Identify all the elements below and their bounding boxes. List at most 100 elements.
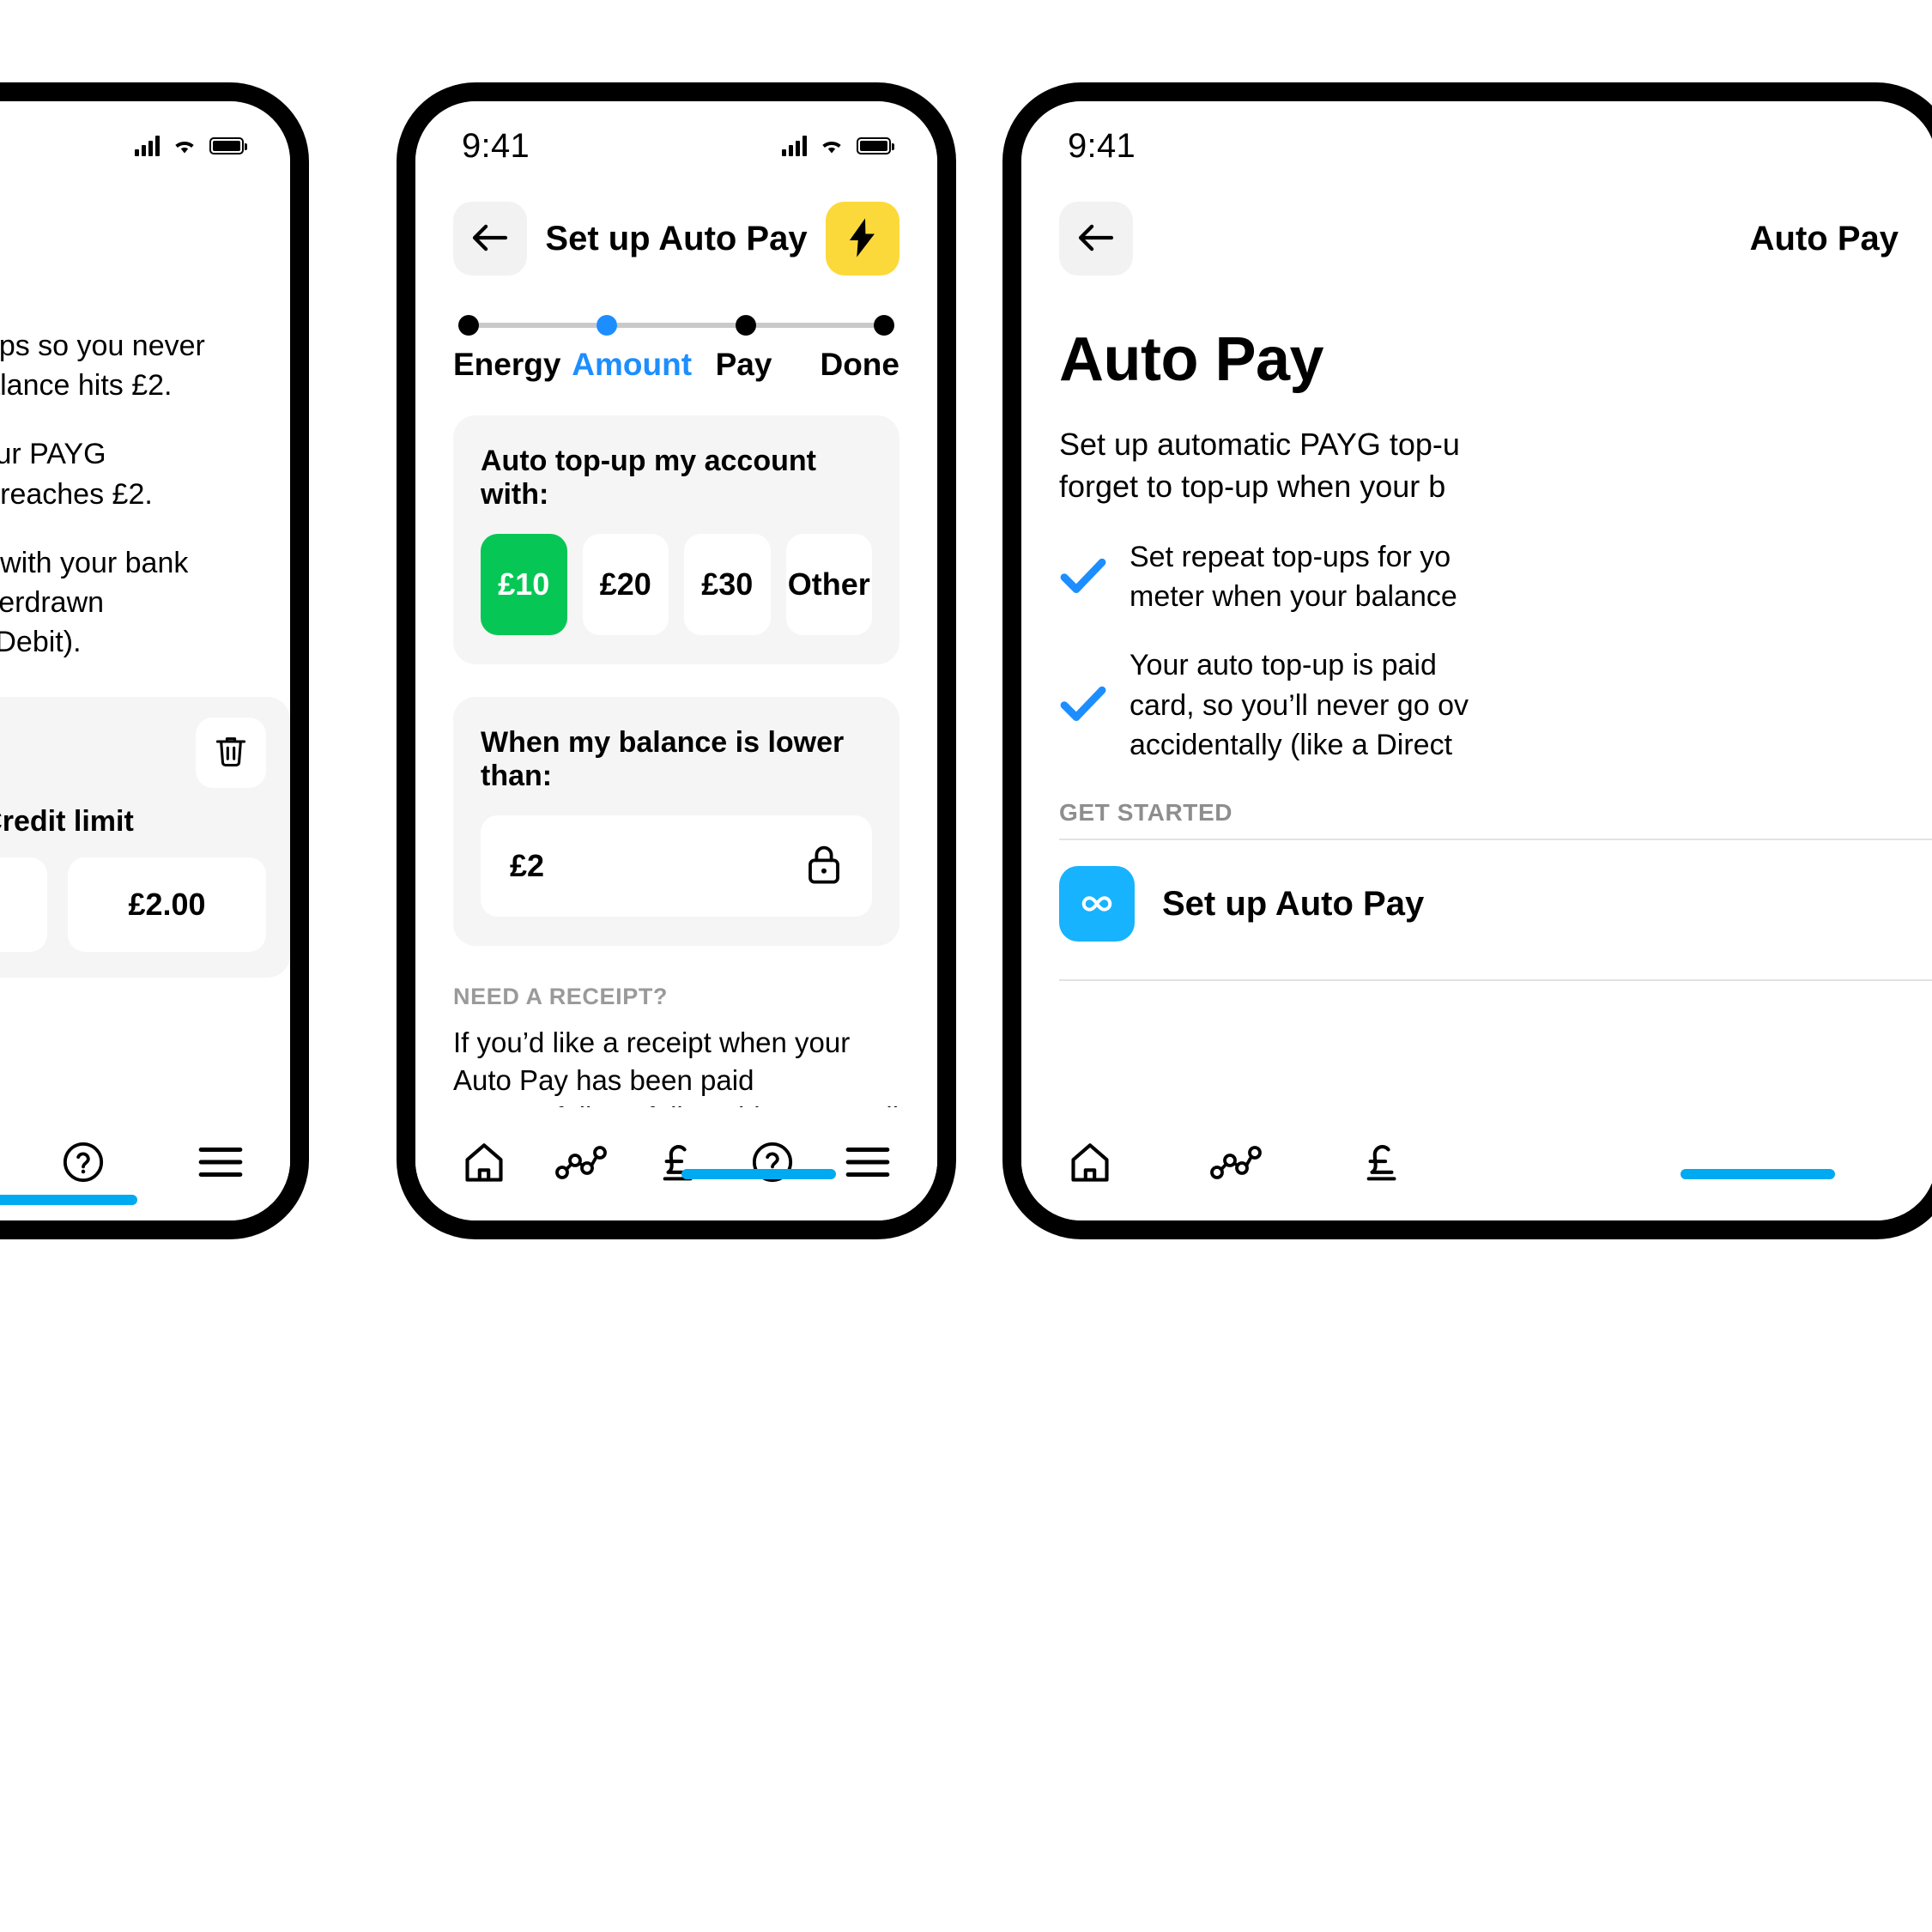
arrow-left-icon: [1076, 222, 1116, 256]
credit-limit-field-partial[interactable]: [0, 857, 47, 952]
home-indicator-right: [1681, 1169, 1835, 1179]
amount-option-30[interactable]: £30: [684, 534, 771, 635]
stepper-track: [453, 312, 899, 338]
credit-limit-fields: £2.00: [0, 857, 266, 952]
tab-home[interactable]: [462, 1141, 506, 1188]
tab-home[interactable]: [1068, 1141, 1112, 1188]
back-button-center[interactable]: [453, 202, 527, 276]
get-started-label: GET STARTED: [1059, 799, 1233, 827]
intro-text-right: Set up automatic PAYG top-u forget to to…: [1059, 427, 1460, 504]
help-circle-icon: [60, 1139, 106, 1190]
delete-button-left[interactable]: [196, 717, 266, 788]
step-dot-amount[interactable]: [597, 315, 618, 336]
topup-amount-card: Auto top-up my account with: £10 £20 £30…: [453, 415, 899, 664]
page-title-right: Auto Pay: [1749, 219, 1899, 257]
content-center: Energy Amount Pay Done Auto top-up my ac…: [415, 312, 937, 1220]
step-label-amount: Amount: [572, 347, 693, 382]
nav-bar-center: Set up Auto Pay: [415, 191, 937, 287]
wifi-icon: [172, 136, 197, 155]
status-bar-left: [0, 101, 290, 191]
home-indicator-center: [681, 1169, 836, 1179]
balance-threshold-field[interactable]: £2: [481, 815, 872, 917]
get-started-item-label: Set up Auto Pay: [1162, 884, 1425, 923]
receipt-section-label: NEED A RECEIPT?: [453, 984, 669, 1009]
signal-icon: [782, 136, 807, 156]
step-line-1: [479, 323, 597, 328]
tab-menu[interactable]: [197, 1144, 244, 1184]
tab-usage[interactable]: [1210, 1144, 1262, 1184]
battery-icon: [209, 137, 247, 154]
usage-graph-icon: [1210, 1144, 1262, 1184]
status-bar-right: 9:41: [1021, 101, 1932, 191]
menu-icon: [845, 1144, 891, 1184]
paragraph-2-left: op-ups for your PAYG your balance reache…: [0, 438, 153, 511]
lightning-bolt-icon: [848, 217, 877, 260]
tab-pay[interactable]: [1360, 1138, 1404, 1190]
phone-screen-right: 9:41 Auto Pay Auto Pay Set up automatic …: [1021, 101, 1932, 1220]
battery-icon: [857, 137, 894, 154]
paragraph-3-left: op-up is paid with your bank ll never go…: [0, 546, 189, 659]
content-right: Auto Pay Set up automatic PAYG top-u for…: [1021, 324, 1932, 982]
credit-limit-label: Credit limit: [0, 804, 134, 838]
heading-auto-pay: Auto Pay: [1059, 325, 1324, 394]
home-indicator-left: [0, 1195, 137, 1205]
step-dot-energy[interactable]: [458, 315, 479, 336]
credit-limit-value[interactable]: £2.00: [68, 857, 266, 952]
status-indicators-center: [782, 136, 894, 156]
back-button-right[interactable]: [1059, 202, 1133, 276]
status-time-right: 9:41: [1068, 126, 1136, 165]
phone-mockup-center: 9:41 Set up Auto Pay Energy Amount Pay D…: [397, 82, 956, 1239]
benefit-text-1: Set repeat top-ups for yo meter when you…: [1130, 540, 1457, 614]
screenshot-canvas: Auto Pay c PAYG top-ups so you never whe…: [0, 0, 1932, 1932]
tab-bar-center: [415, 1107, 937, 1220]
progress-stepper: Energy Amount Pay Done: [453, 312, 899, 383]
amount-option-20[interactable]: £20: [582, 534, 669, 635]
phone-mockup-right: 9:41 Auto Pay Auto Pay Set up automatic …: [1002, 82, 1932, 1239]
trash-icon: [212, 731, 250, 773]
usage-graph-icon: [555, 1144, 608, 1184]
check-icon: [1059, 556, 1107, 598]
tab-menu[interactable]: [845, 1144, 891, 1184]
amount-option-other[interactable]: Other: [785, 534, 872, 635]
step-label-energy: Energy: [453, 347, 561, 382]
home-icon: [1068, 1141, 1112, 1188]
step-dot-pay[interactable]: [735, 315, 756, 336]
phone-screen-center: 9:41 Set up Auto Pay Energy Amount Pay D…: [415, 101, 937, 1220]
amount-option-10[interactable]: £10: [481, 534, 567, 635]
pound-icon: [656, 1138, 700, 1190]
benefit-text-2: Your auto top-up is paid card, so you’ll…: [1130, 649, 1469, 761]
infinity-icon: [1059, 866, 1135, 942]
boost-button-center[interactable]: [826, 202, 899, 276]
step-label-done: Done: [820, 347, 899, 382]
topup-amount-options: £10 £20 £30 Other: [481, 534, 872, 635]
status-indicators-left: [135, 136, 247, 156]
topup-amount-title: Auto top-up my account with:: [481, 445, 816, 511]
tab-help[interactable]: [749, 1139, 796, 1190]
step-label-pay: Pay: [715, 347, 772, 382]
divider-bottom: [1059, 979, 1932, 982]
get-started-item-setup[interactable]: Set up Auto Pay: [1059, 840, 1932, 967]
benefit-item-1: Set repeat top-ups for yo meter when you…: [1059, 537, 1932, 616]
status-time-center: 9:41: [462, 126, 530, 165]
tab-usage[interactable]: [555, 1144, 608, 1184]
phone-screen-left: Auto Pay c PAYG top-ups so you never whe…: [0, 101, 290, 1220]
nav-bar-left: Auto Pay: [0, 191, 290, 287]
home-icon: [462, 1141, 506, 1188]
wifi-icon: [819, 136, 845, 155]
tab-bar-right: [1021, 1107, 1932, 1220]
menu-icon: [197, 1144, 244, 1184]
credit-limit-card: Credit limit £2.00: [0, 696, 290, 978]
lock-icon: [805, 843, 843, 890]
phone-mockup-left: Auto Pay c PAYG top-ups so you never whe…: [0, 82, 309, 1239]
check-icon: [1059, 684, 1107, 726]
tab-pay[interactable]: [656, 1138, 700, 1190]
step-dot-done[interactable]: [873, 315, 894, 336]
page-title-left: Auto Pay: [0, 220, 290, 258]
content-left: c PAYG top-ups so you never when your ba…: [0, 287, 290, 978]
nav-bar-right: Auto Pay: [1021, 191, 1932, 287]
balance-threshold-value: £2: [510, 848, 545, 883]
balance-threshold-card: When my balance is lower than: £2: [453, 697, 899, 946]
tab-help[interactable]: [60, 1139, 106, 1190]
signal-icon: [135, 136, 160, 156]
status-bar-center: 9:41: [415, 101, 937, 191]
